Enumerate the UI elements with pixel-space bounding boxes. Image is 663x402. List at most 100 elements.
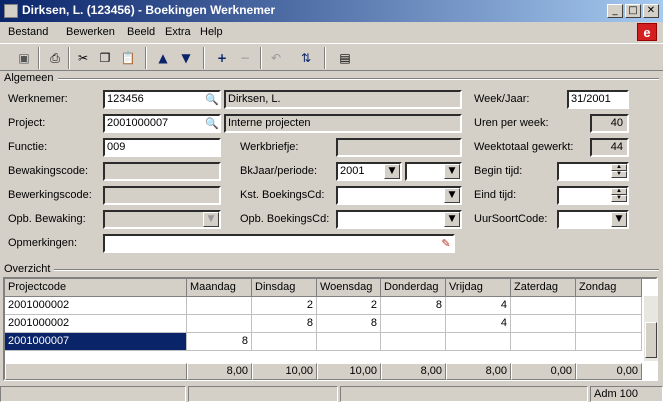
begin-tijd-input[interactable]: ▲ ▼	[557, 162, 629, 181]
menu-bestand[interactable]: Bestand	[8, 26, 48, 38]
table-cell[interactable]	[511, 315, 576, 333]
window-layout-icon[interactable]: ▤	[335, 49, 355, 68]
total-woensdag: 10,00	[317, 363, 381, 380]
scrollbar-thumb[interactable]	[645, 322, 657, 358]
app-icon[interactable]	[4, 4, 18, 18]
col-header-woensdag[interactable]: Woensdag	[317, 279, 381, 297]
table-cell[interactable]: 8	[381, 297, 446, 315]
edit-note-icon[interactable]: ✎	[438, 235, 454, 252]
werknemer-name: Dirksen, L.	[224, 90, 462, 109]
grid-scrollbar[interactable]	[644, 296, 658, 361]
table-cell[interactable]	[511, 297, 576, 315]
maximize-button[interactable]: □	[625, 4, 641, 18]
menu-beeld[interactable]: Beeld	[127, 26, 155, 38]
weektotaal-value: 44	[590, 138, 629, 157]
opmerkingen-input[interactable]	[103, 234, 455, 253]
opb-boekingscd-select[interactable]: ▼	[336, 210, 462, 229]
table-cell[interactable]	[576, 333, 642, 351]
table-cell[interactable]	[252, 333, 317, 351]
total-dinsdag: 10,00	[252, 363, 317, 380]
eind-tijd-label: Eind tijd:	[474, 189, 517, 201]
paste-icon[interactable]: 📋	[118, 49, 138, 68]
bewerkingscode-label: Bewerkingscode:	[8, 189, 92, 201]
spin-up-icon[interactable]: ▲	[611, 188, 627, 195]
table-cell-selected[interactable]: 2001000007	[5, 333, 187, 351]
table-cell[interactable]: 8	[187, 333, 252, 351]
table-cell[interactable]: 2	[252, 297, 317, 315]
table-cell[interactable]	[511, 333, 576, 351]
table-cell[interactable]: 8	[317, 315, 381, 333]
col-header-donderdag[interactable]: Donderdag	[381, 279, 446, 297]
title-bar: Dirksen, L. (123456) - Boekingen Werknem…	[0, 0, 663, 22]
project-label: Project:	[8, 117, 46, 129]
eind-tijd-input[interactable]: ▲ ▼	[557, 186, 629, 205]
chevron-down-icon[interactable]: ▼	[611, 212, 627, 227]
col-header-vrijdag[interactable]: Vrijdag	[446, 279, 511, 297]
print-icon[interactable]: ⎙	[45, 49, 65, 68]
col-header-maandag[interactable]: Maandag	[187, 279, 252, 297]
chevron-down-icon[interactable]: ▼	[384, 164, 400, 179]
col-header-dinsdag[interactable]: Dinsdag	[252, 279, 317, 297]
group-label-overzicht: Overzicht	[4, 263, 55, 275]
menu-extra[interactable]: Extra	[165, 26, 191, 38]
col-header-zaterdag[interactable]: Zaterdag	[511, 279, 576, 297]
bewakingscode-input	[103, 162, 221, 181]
total-donderdag: 8,00	[381, 363, 446, 380]
functie-input[interactable]: 009	[103, 138, 221, 157]
kst-boekingscd-select[interactable]: ▼	[336, 186, 462, 205]
opb-bewaking-label: Opb. Bewaking:	[8, 213, 86, 225]
table-cell[interactable]	[576, 315, 642, 333]
table-cell[interactable]	[446, 333, 511, 351]
col-header-zondag[interactable]: Zondag	[576, 279, 642, 297]
chevron-down-icon[interactable]: ▼	[444, 188, 460, 203]
table-cell[interactable]: 4	[446, 297, 511, 315]
table-cell[interactable]: 4	[446, 315, 511, 333]
close-button[interactable]: ✕	[643, 4, 659, 18]
table-cell[interactable]	[576, 297, 642, 315]
chevron-down-icon[interactable]: ▼	[444, 164, 460, 179]
weekjaar-input[interactable]: 31/2001	[567, 90, 629, 109]
total-maandag: 8,00	[187, 363, 252, 380]
table-cell[interactable]: 2001000002	[5, 315, 187, 333]
arrow-down-icon[interactable]: ▼	[176, 49, 196, 68]
functie-label: Functie:	[8, 141, 48, 153]
remove-icon[interactable]: −	[235, 49, 255, 68]
copy-icon[interactable]: ❐	[95, 49, 115, 68]
search-icon[interactable]: 🔍	[204, 91, 220, 108]
table-cell[interactable]: 2	[317, 297, 381, 315]
minimize-button[interactable]: _	[607, 4, 623, 18]
add-icon[interactable]: +	[212, 49, 232, 68]
werknemer-label: Werknemer:	[8, 93, 68, 105]
table-cell[interactable]: 2001000002	[5, 297, 187, 315]
table-cell[interactable]	[381, 315, 446, 333]
bkjaar-select[interactable]: 2001 ▼	[336, 162, 402, 181]
refresh-icon[interactable]: ⇅	[296, 49, 316, 68]
group-divider	[4, 78, 659, 80]
status-panel	[0, 386, 186, 402]
periode-select[interactable]: ▼	[405, 162, 462, 181]
table-cell[interactable]	[187, 315, 252, 333]
table-cell[interactable]: 8	[252, 315, 317, 333]
group-label-algemeen: Algemeen	[4, 72, 58, 84]
table-cell[interactable]	[317, 333, 381, 351]
spin-down-icon[interactable]: ▼	[611, 195, 627, 202]
table-cell[interactable]	[187, 297, 252, 315]
cut-icon[interactable]: ✂	[73, 49, 93, 68]
col-header-projectcode[interactable]: Projectcode	[5, 279, 187, 297]
chevron-down-icon[interactable]: ▼	[444, 212, 460, 227]
table-cell[interactable]	[381, 333, 446, 351]
undo-icon[interactable]: ↶	[266, 49, 286, 68]
status-panel	[340, 386, 588, 402]
total-zaterdag: 0,00	[511, 363, 576, 380]
spin-down-icon[interactable]: ▼	[611, 171, 627, 178]
arrow-up-icon[interactable]: ▲	[153, 49, 173, 68]
save-icon[interactable]: ▣	[14, 49, 34, 68]
uursoortcode-select[interactable]: ▼	[557, 210, 629, 229]
status-user: Adm 100	[590, 386, 663, 402]
window-title: Dirksen, L. (123456) - Boekingen Werknem…	[22, 3, 276, 17]
menu-help[interactable]: Help	[200, 26, 223, 38]
search-icon[interactable]: 🔍	[204, 115, 220, 132]
spin-up-icon[interactable]: ▲	[611, 164, 627, 171]
overview-grid: Projectcode Maandag Dinsdag Woensdag Don…	[3, 277, 658, 381]
menu-bewerken[interactable]: Bewerken	[66, 26, 115, 38]
